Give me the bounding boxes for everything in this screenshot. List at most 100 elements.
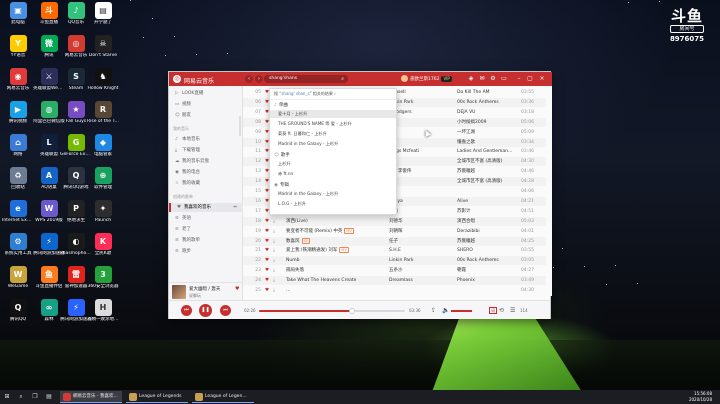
song-row[interactable]: 24 ♥ ⤓ Take What The Heavens Create Dreamlas… [243, 276, 546, 286]
song-artist[interactable]: Vonya [389, 197, 454, 206]
settings-icon[interactable]: ⚙ [489, 75, 497, 83]
suggestion-item[interactable]: 菊葵 ft. 日暮和仁 - 上杉升 [270, 130, 396, 138]
song-album[interactable]: 小时候搞2009 [457, 118, 519, 127]
maximize-icon[interactable]: ▢ [526, 75, 534, 83]
song-row[interactable]: 19 ♥ ⤓ 要变者不可能 (Remix) 中英 MV 刘朝晖 Derazibibi 04:0… [243, 227, 546, 236]
desktop-icon[interactable]: ☠ Don't Starve [87, 35, 119, 58]
song-album[interactable]: SHERO [457, 246, 519, 255]
song-artist[interactable]: Kings Mcfeati [389, 147, 454, 156]
song-artist[interactable]: Linkin Park [389, 256, 454, 265]
song-artist[interactable]: 伍佰 [389, 207, 454, 216]
download-icon[interactable]: ⤓ [273, 256, 275, 265]
volume-slider[interactable] [451, 310, 472, 312]
back-arrow-icon[interactable]: ‹ [245, 75, 253, 83]
suggestion-item[interactable]: Madrid in the Galaxy - 上杉升 [270, 190, 396, 198]
desktop-icon[interactable]: Q 腾讯QQ [2, 299, 34, 322]
mail-icon[interactable]: ✉ [478, 75, 486, 83]
download-icon[interactable]: ⤓ [273, 266, 275, 275]
song-album[interactable]: 全城市区不富 (高清版) [457, 157, 519, 166]
song-artist[interactable]: 任子 [389, 237, 454, 246]
desktop-icon[interactable]: eInternet Explorer [2, 200, 34, 223]
like-heart-icon[interactable]: ♥ [265, 266, 269, 275]
desktop-icon[interactable]: Y YY语音 [2, 35, 34, 58]
taskbar-app[interactable]: League of Legends [126, 391, 188, 403]
song-artist[interactable]: S.H.E [389, 246, 454, 255]
progress-bar[interactable] [259, 308, 405, 314]
song-album[interactable]: 苏影计 [457, 207, 519, 216]
desktop-icon[interactable]: ⌂ 网络 [2, 134, 34, 157]
sidebar-item[interactable]: ⤓ 下载管理 [169, 146, 243, 155]
song-album[interactable]: Ladies And Gentleman... [457, 147, 519, 156]
like-heart-icon[interactable]: ♥ [265, 286, 269, 295]
song-album[interactable]: 一坏江湖 [457, 128, 519, 137]
taskbar-app[interactable]: League of Legen... [192, 391, 254, 403]
heart-mode-icon[interactable]: ⇔ [233, 203, 237, 212]
sidebar-item[interactable]: ♪ 本地音乐 [169, 135, 243, 144]
download-icon[interactable]: ⤓ [273, 217, 275, 226]
sidebar-item[interactable]: ☁ 我的音乐云盘 [169, 157, 243, 166]
sidebar-item[interactable]: ▷ LOOK直播 [169, 89, 243, 98]
sidebar-item[interactable]: ≡ 我的歌单 [169, 236, 243, 245]
desktop-icon[interactable]: H人類一敗涂地 Human Fall [87, 299, 119, 322]
like-heart-icon[interactable]: ♥ [235, 286, 239, 292]
close-icon[interactable]: × [538, 75, 546, 83]
desktop-icon[interactable]: ▤ 开学题了 [87, 2, 119, 25]
song-album[interactable]: 苏俄瞳越 [457, 167, 519, 176]
song-album[interactable]: 00s Rock Anthems [457, 256, 519, 265]
desktop-icon[interactable]: ♻ 回收站 [2, 167, 34, 190]
file-explorer-icon[interactable]: ▤ [44, 392, 54, 402]
song-artist[interactable]: ramsell [389, 88, 454, 97]
progress-knob[interactable] [349, 308, 356, 314]
minimize-icon[interactable]: – [515, 75, 523, 83]
desktop-icon[interactable]: RRise of the Tomb Raider [87, 101, 119, 124]
suggestion-item[interactable]: L.O.G - 上杉升 [270, 200, 396, 208]
song-album[interactable]: 懂盎之歌 [457, 138, 519, 147]
skin-icon[interactable]: ◈ [467, 75, 475, 83]
song-album[interactable]: 演西合唱 [457, 217, 519, 226]
song-album[interactable]: Derazibibi [457, 227, 519, 236]
pause-button[interactable]: ❚❚ [199, 304, 212, 317]
desktop-icon[interactable]: ◆ 电脑管家 [87, 134, 119, 157]
song-artist[interactable]: 刘德华 [389, 217, 454, 226]
share-icon[interactable]: ⇪ [431, 307, 436, 314]
volume-icon[interactable]: 🔈 [442, 307, 449, 314]
suggestion-item[interactable]: THE GROUND'S NAME 等 爱 - 上杉升 [270, 120, 396, 128]
sidebar-item[interactable]: ≡ 老了 [169, 225, 243, 234]
song-artist[interactable]: 五条沙 [389, 266, 454, 275]
suggestion-item[interactable]: 赤 ft.nn [270, 170, 396, 178]
playlist-icon[interactable]: ☰ [510, 307, 515, 314]
download-icon[interactable]: ⤓ [273, 246, 275, 255]
taskbar-app[interactable]: 網易云音乐 - 我喜欢... [60, 391, 122, 403]
system-clock[interactable]: 15:56:08 2020/10/28 [672, 391, 712, 403]
sidebar-item[interactable]: ▭ 视频 [169, 100, 243, 109]
sidebar-item[interactable]: ◉ 我的电台 [169, 168, 243, 177]
like-heart-icon[interactable]: ♥ [265, 256, 269, 265]
search-icon[interactable]: ⌕ [341, 75, 344, 83]
next-button[interactable]: ⏭ [220, 305, 231, 316]
download-icon[interactable]: ⤓ [273, 286, 275, 295]
search-input[interactable]: shang'shans ⌕ [264, 75, 348, 83]
song-artist[interactable]: 刘朝晖 [389, 227, 454, 236]
suggestion-item[interactable]: 爱十月 - 上杉升 [270, 110, 396, 118]
like-heart-icon[interactable]: ♥ [265, 237, 269, 246]
like-heart-icon[interactable]: ♥ [265, 227, 269, 236]
song-row[interactable]: 20 ♥ ⤓ 数喜风 SQ 任子 苏俄瞳越 04:25 [243, 236, 546, 246]
loop-mode-icon[interactable]: ⟲ [499, 307, 504, 314]
song-artist[interactable]: Linkin Park [389, 98, 454, 107]
download-icon[interactable]: ⤓ [273, 227, 275, 236]
like-heart-icon[interactable]: ♥ [265, 246, 269, 255]
mini-mode-icon[interactable]: ▭ [500, 75, 508, 83]
song-album[interactable]: DEJA VU [457, 108, 519, 117]
like-heart-icon[interactable]: ♥ [265, 276, 269, 285]
search-icon[interactable]: ⌕ [16, 392, 26, 402]
song-artist[interactable]: Dreamlass [389, 276, 454, 285]
desktop-icon[interactable]: ⊕ 软件管理 [87, 167, 119, 190]
desktop-icon[interactable]: ✦ Paunch [87, 200, 119, 223]
user-block[interactable]: 盖欧兰斯1762 VIP [401, 75, 452, 84]
desktop-icon[interactable]: ▣ 此电脑 [2, 2, 34, 25]
song-row[interactable]: 23 ♥ ⤓ 隔局失落 五条沙 朝霞 04:27 [243, 266, 546, 275]
suggestion-item[interactable]: 上杉升 [270, 160, 396, 168]
desktop-icon[interactable]: 3 360安全浏览器 [87, 266, 119, 289]
desktop-icon[interactable]: ♞ Hollow Knight [87, 68, 119, 91]
album-cover[interactable] [172, 285, 186, 299]
